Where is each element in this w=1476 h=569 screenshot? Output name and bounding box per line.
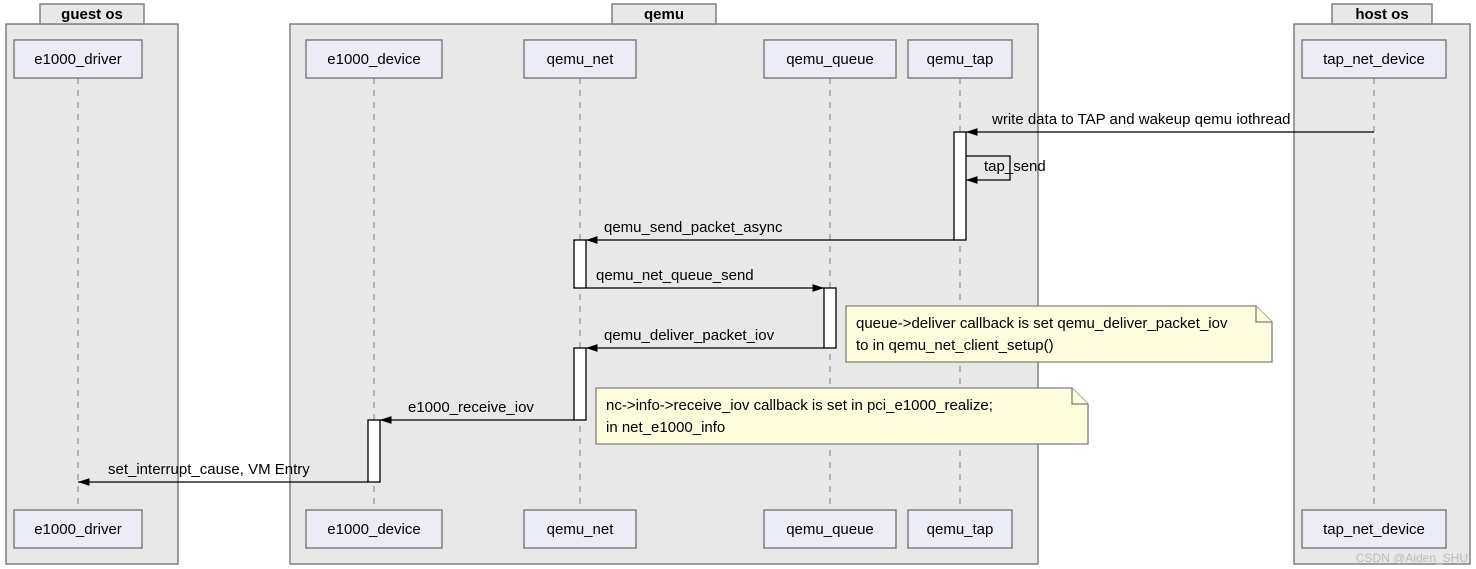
message-net-queue-send-label: qemu_net_queue_send: [596, 267, 754, 284]
svg-text:tap_net_device: tap_net_device: [1323, 521, 1425, 538]
group-guest-title: guest os: [61, 6, 123, 23]
participant-tap-label: qemu_tap: [927, 51, 994, 68]
svg-text:qemu_queue: qemu_queue: [786, 521, 874, 538]
activation-tap: [954, 132, 966, 240]
activation-net-1: [574, 240, 586, 288]
group-qemu-title: qemu: [644, 6, 684, 23]
sequence-diagram: guest os qemu host os e1000_driver e1000…: [0, 0, 1476, 569]
group-host: [1294, 24, 1470, 564]
message-tap-send-label: tap_send: [984, 158, 1046, 175]
svg-text:e1000_device: e1000_device: [327, 521, 420, 538]
participant-net-label: qemu_net: [547, 51, 615, 68]
message-e1000-receive-iov-label: e1000_receive_iov: [408, 399, 534, 416]
group-host-title: host os: [1355, 6, 1408, 23]
group-guest: [6, 24, 178, 564]
participant-driver-label: e1000_driver: [34, 51, 122, 68]
note-deliver-callback-line2: to in qemu_net_client_setup(): [856, 337, 1054, 354]
note-receive-iov-line2: in net_e1000_info: [606, 419, 725, 436]
activation-device: [368, 420, 380, 482]
participant-queue-label: qemu_queue: [786, 51, 874, 68]
svg-text:e1000_driver: e1000_driver: [34, 521, 122, 538]
activation-net-2: [574, 348, 586, 420]
note-deliver-callback-line1: queue->deliver callback is set qemu_deli…: [856, 315, 1228, 332]
message-send-packet-async-label: qemu_send_packet_async: [604, 219, 783, 236]
message-deliver-packet-iov-label: qemu_deliver_packet_iov: [604, 327, 775, 344]
svg-text:qemu_net: qemu_net: [547, 521, 615, 538]
message-set-interrupt-label: set_interrupt_cause, VM Entry: [108, 461, 310, 478]
participant-device-label: e1000_device: [327, 51, 420, 68]
activation-queue: [824, 288, 836, 348]
participant-tapdev-label: tap_net_device: [1323, 51, 1425, 68]
watermark: CSDN @Aiden_SHU: [1356, 551, 1468, 565]
svg-text:qemu_tap: qemu_tap: [927, 521, 994, 538]
group-qemu: [290, 24, 1038, 564]
note-receive-iov-line1: nc->info->receive_iov callback is set in…: [606, 397, 993, 414]
message-write-data-label: write data to TAP and wakeup qemu iothre…: [991, 111, 1291, 128]
